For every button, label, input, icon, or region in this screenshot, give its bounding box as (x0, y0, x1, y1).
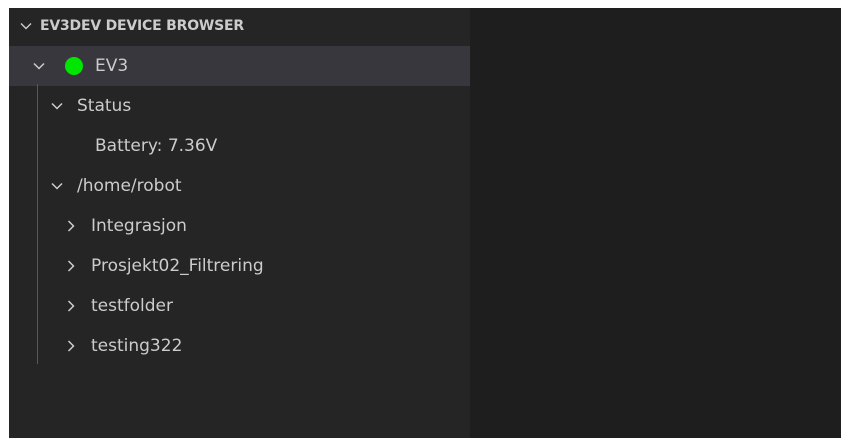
window-frame: EV3DEV DEVICE BROWSER EV3 Status Battery… (0, 0, 849, 438)
device-label: EV3 (95, 56, 129, 76)
tree-item-ev3[interactable]: EV3 (9, 46, 470, 86)
device-browser-sidebar: EV3DEV DEVICE BROWSER EV3 Status Battery… (9, 8, 470, 438)
chevron-down-icon (49, 98, 65, 114)
chevron-right-icon (63, 338, 79, 354)
battery-label: Battery: 7.36V (95, 136, 218, 156)
chevron-down-icon (49, 178, 65, 194)
tree-item-testing322[interactable]: testing322 (9, 326, 470, 366)
status-label: Status (77, 96, 132, 116)
vscode-panel: EV3DEV DEVICE BROWSER EV3 Status Battery… (9, 8, 841, 438)
tree-item-battery[interactable]: Battery: 7.36V (9, 126, 470, 166)
chevron-down-icon (17, 17, 35, 35)
folder-label: Prosjekt02_Filtrering (91, 256, 264, 276)
chevron-down-icon (31, 58, 47, 74)
chevron-right-icon (63, 218, 79, 234)
connection-status-icon (65, 57, 83, 75)
chevron-right-icon (63, 298, 79, 314)
chevron-right-icon (63, 258, 79, 274)
home-folder-label: /home/robot (77, 176, 182, 196)
tree-item-integrasjon[interactable]: Integrasjon (9, 206, 470, 246)
tree-item-testfolder[interactable]: testfolder (9, 286, 470, 326)
folder-label: Integrasjon (91, 216, 187, 236)
tree-item-status[interactable]: Status (9, 86, 470, 126)
device-browser-title: EV3DEV DEVICE BROWSER (40, 18, 244, 34)
folder-label: testfolder (91, 296, 173, 316)
tree-item-home-robot[interactable]: /home/robot (9, 166, 470, 206)
editor-area[interactable] (470, 8, 841, 438)
tree-item-prosjekt02[interactable]: Prosjekt02_Filtrering (9, 246, 470, 286)
folder-label: testing322 (91, 336, 183, 356)
device-browser-header[interactable]: EV3DEV DEVICE BROWSER (9, 8, 470, 44)
